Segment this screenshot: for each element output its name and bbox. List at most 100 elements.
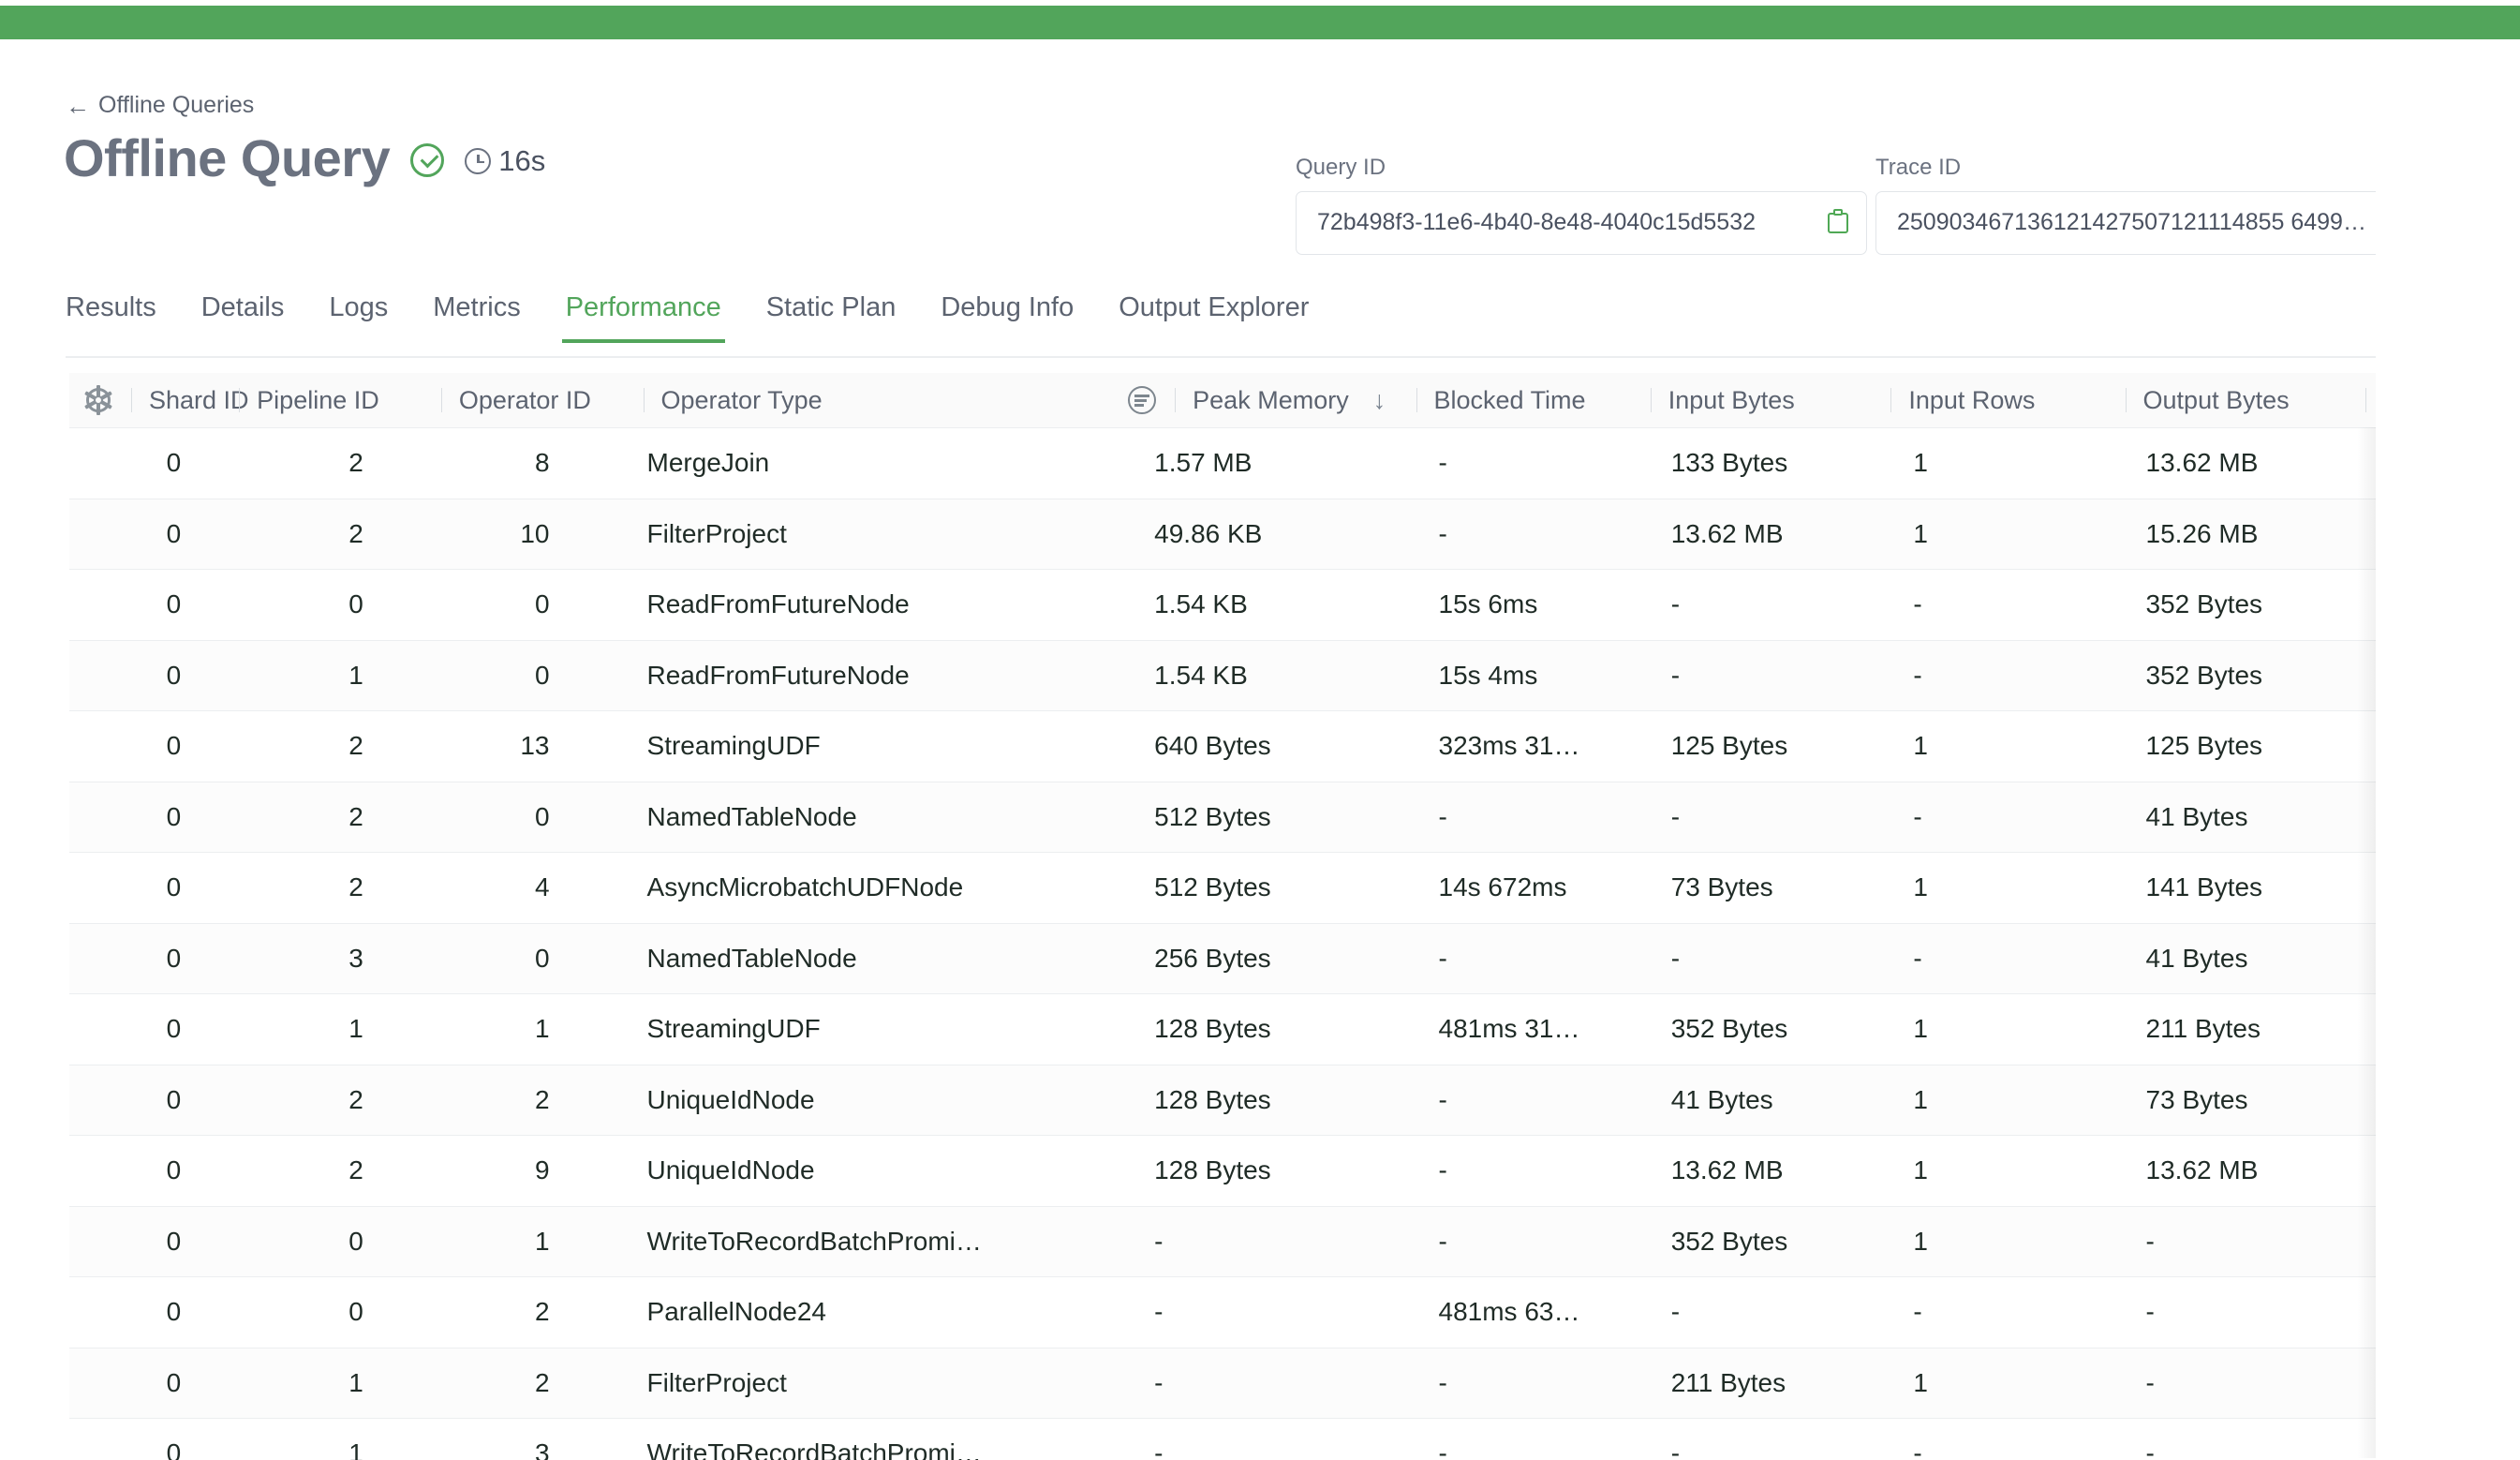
- tab-performance[interactable]: Performance: [543, 292, 744, 343]
- cell-pipeline-id: 2: [239, 499, 441, 570]
- table-row[interactable]: 0210FilterProject49.86 KB-13.62 MB115.26…: [69, 499, 2445, 570]
- cell-shard-id: 0: [69, 499, 239, 570]
- table-row[interactable]: 001WriteToRecordBatchPromi…--352 Bytes1-…: [69, 1206, 2445, 1277]
- column-header-output-bytes[interactable]: Output Bytes: [2126, 373, 2366, 428]
- cell-operator-type: ReadFromFutureNode: [644, 640, 1129, 711]
- tab-results[interactable]: Results: [66, 292, 179, 343]
- cell-blocked-time: 14s 672ms: [1416, 853, 1651, 924]
- tab-metrics[interactable]: Metrics: [410, 292, 542, 343]
- trace-id-field[interactable]: 250903467136121427507121114855 6499…: [1875, 191, 2435, 255]
- column-header-label: Input Bytes: [1668, 386, 1795, 415]
- performance-table-container[interactable]: Shard ID Pipeline ID Operator ID: [69, 373, 2445, 1460]
- table-row[interactable]: 022UniqueIdNode128 Bytes-41 Bytes173 Byt…: [69, 1065, 2445, 1136]
- cell-blocked-time: 481ms 63…: [1416, 1277, 1651, 1348]
- cell-peak-memory: 256 Bytes: [1128, 923, 1416, 994]
- cell-blocked-time: -: [1416, 923, 1651, 994]
- table-row[interactable]: 011StreamingUDF128 Bytes481ms 31…352 Byt…: [69, 994, 2445, 1065]
- column-header-operator-type[interactable]: Operator Type: [644, 373, 1129, 428]
- table-row[interactable]: 002ParallelNode24-481ms 63…----: [69, 1277, 2445, 1348]
- cell-input-bytes: 352 Bytes: [1651, 994, 1891, 1065]
- cell-output-bytes: 13.62 MB: [2126, 428, 2366, 499]
- cell-output-bytes: 352 Bytes: [2126, 570, 2366, 641]
- cell-peak-memory: 1.54 KB: [1128, 640, 1416, 711]
- cell-operator-id: 0: [441, 570, 644, 641]
- filter-menu-icon[interactable]: [1128, 386, 1156, 414]
- cell-peak-memory: 1.54 KB: [1128, 570, 1416, 641]
- table-row[interactable]: 029UniqueIdNode128 Bytes-13.62 MB113.62 …: [69, 1136, 2445, 1207]
- duration-text: 16s: [498, 144, 545, 178]
- column-divider: [239, 388, 240, 412]
- cell-pipeline-id: 2: [239, 428, 441, 499]
- query-id-field[interactable]: 72b498f3-11e6-4b40-8e48-4040c15d5532: [1296, 191, 1867, 255]
- column-divider: [1175, 388, 1176, 412]
- cell-input-bytes: 352 Bytes: [1651, 1206, 1891, 1277]
- column-divider: [644, 388, 645, 412]
- query-id-value: 72b498f3-11e6-4b40-8e48-4040c15d5532: [1317, 207, 1756, 239]
- column-header-pipeline-id[interactable]: Pipeline ID: [239, 373, 441, 428]
- table-row[interactable]: 028MergeJoin1.57 MB-133 Bytes113.62 MB1: [69, 428, 2445, 499]
- column-header-label: Output Rows: [2383, 386, 2445, 415]
- table-row[interactable]: 013WriteToRecordBatchPromi…------: [69, 1419, 2445, 1460]
- tab-logs[interactable]: Logs: [306, 292, 410, 343]
- cell-output-bytes: -: [2126, 1206, 2366, 1277]
- cell-shard-id: 0: [69, 711, 239, 782]
- column-header-peak-memory[interactable]: Peak Memory ↓: [1128, 373, 1416, 428]
- cell-peak-memory: 128 Bytes: [1128, 1065, 1416, 1136]
- cell-input-bytes: -: [1651, 782, 1891, 853]
- cell-pipeline-id: 1: [239, 994, 441, 1065]
- tab-output-explorer[interactable]: Output Explorer: [1096, 292, 1331, 343]
- table-row[interactable]: 000ReadFromFutureNode1.54 KB15s 6ms--352…: [69, 570, 2445, 641]
- table-row[interactable]: 030NamedTableNode256 Bytes---41 Bytes1: [69, 923, 2445, 994]
- trace-id-block: Trace ID 250903467136121427507121114855 …: [1875, 155, 2444, 255]
- cell-input-bytes: -: [1651, 1419, 1891, 1460]
- cell-input-bytes: -: [1651, 570, 1891, 641]
- cell-output-rows: 1: [2365, 994, 2445, 1065]
- tab-details[interactable]: Details: [179, 292, 307, 343]
- table-row[interactable]: 020NamedTableNode512 Bytes---41 Bytes1: [69, 782, 2445, 853]
- cell-operator-type: MergeJoin: [644, 428, 1129, 499]
- cell-operator-id: 0: [441, 640, 644, 711]
- column-header-label: Operator ID: [459, 386, 591, 415]
- cell-input-bytes: -: [1651, 640, 1891, 711]
- tab-static-plan[interactable]: Static Plan: [744, 292, 919, 343]
- cell-pipeline-id: 2: [239, 1136, 441, 1207]
- table-row[interactable]: 0213StreamingUDF640 Bytes323ms 31…125 By…: [69, 711, 2445, 782]
- breadcrumb[interactable]: ← Offline Queries: [66, 92, 254, 119]
- cell-output-rows: -: [2365, 1277, 2445, 1348]
- column-header-output-rows[interactable]: Output Rows: [2365, 373, 2445, 428]
- cell-output-rows: 1: [2365, 428, 2445, 499]
- cell-peak-memory: -: [1128, 1419, 1416, 1460]
- tab-debug-info[interactable]: Debug Info: [918, 292, 1096, 343]
- page-title: Offline Query: [64, 129, 390, 187]
- cell-operator-type: NamedTableNode: [644, 923, 1129, 994]
- gear-icon[interactable]: [86, 388, 111, 412]
- cell-output-bytes: 125 Bytes: [2126, 711, 2366, 782]
- table-row[interactable]: 010ReadFromFutureNode1.54 KB15s 4ms--352…: [69, 640, 2445, 711]
- column-header-label: Operator Type: [661, 386, 823, 415]
- cell-shard-id: 0: [69, 1348, 239, 1419]
- trace-id-label: Trace ID: [1875, 155, 2444, 181]
- filter-menu-line: [1134, 399, 1147, 402]
- clock-icon: [465, 148, 491, 174]
- table-row[interactable]: 012FilterProject--211 Bytes1--: [69, 1348, 2445, 1419]
- sort-descending-icon[interactable]: ↓: [1373, 386, 1386, 415]
- cell-shard-id: 0: [69, 1206, 239, 1277]
- copy-icon[interactable]: [2395, 212, 2416, 236]
- column-header-shard-id[interactable]: Shard ID: [69, 373, 239, 428]
- cell-operator-id: 3: [441, 1419, 644, 1460]
- column-divider: [1651, 388, 1652, 412]
- column-header-operator-id[interactable]: Operator ID: [441, 373, 644, 428]
- cell-input-bytes: 133 Bytes: [1651, 428, 1891, 499]
- cell-blocked-time: -: [1416, 1065, 1651, 1136]
- column-header-input-bytes[interactable]: Input Bytes: [1651, 373, 1891, 428]
- cell-operator-type: UniqueIdNode: [644, 1065, 1129, 1136]
- table-row[interactable]: 024AsyncMicrobatchUDFNode512 Bytes14s 67…: [69, 853, 2445, 924]
- copy-icon[interactable]: [1828, 209, 1848, 233]
- column-header-input-rows[interactable]: Input Rows: [1890, 373, 2125, 428]
- column-header-blocked-time[interactable]: Blocked Time: [1416, 373, 1651, 428]
- app-top-bar: [0, 6, 2520, 39]
- cell-output-bytes: 41 Bytes: [2126, 923, 2366, 994]
- cell-input-rows: -: [1890, 1277, 2125, 1348]
- cell-blocked-time: -: [1416, 1206, 1651, 1277]
- cell-input-bytes: -: [1651, 923, 1891, 994]
